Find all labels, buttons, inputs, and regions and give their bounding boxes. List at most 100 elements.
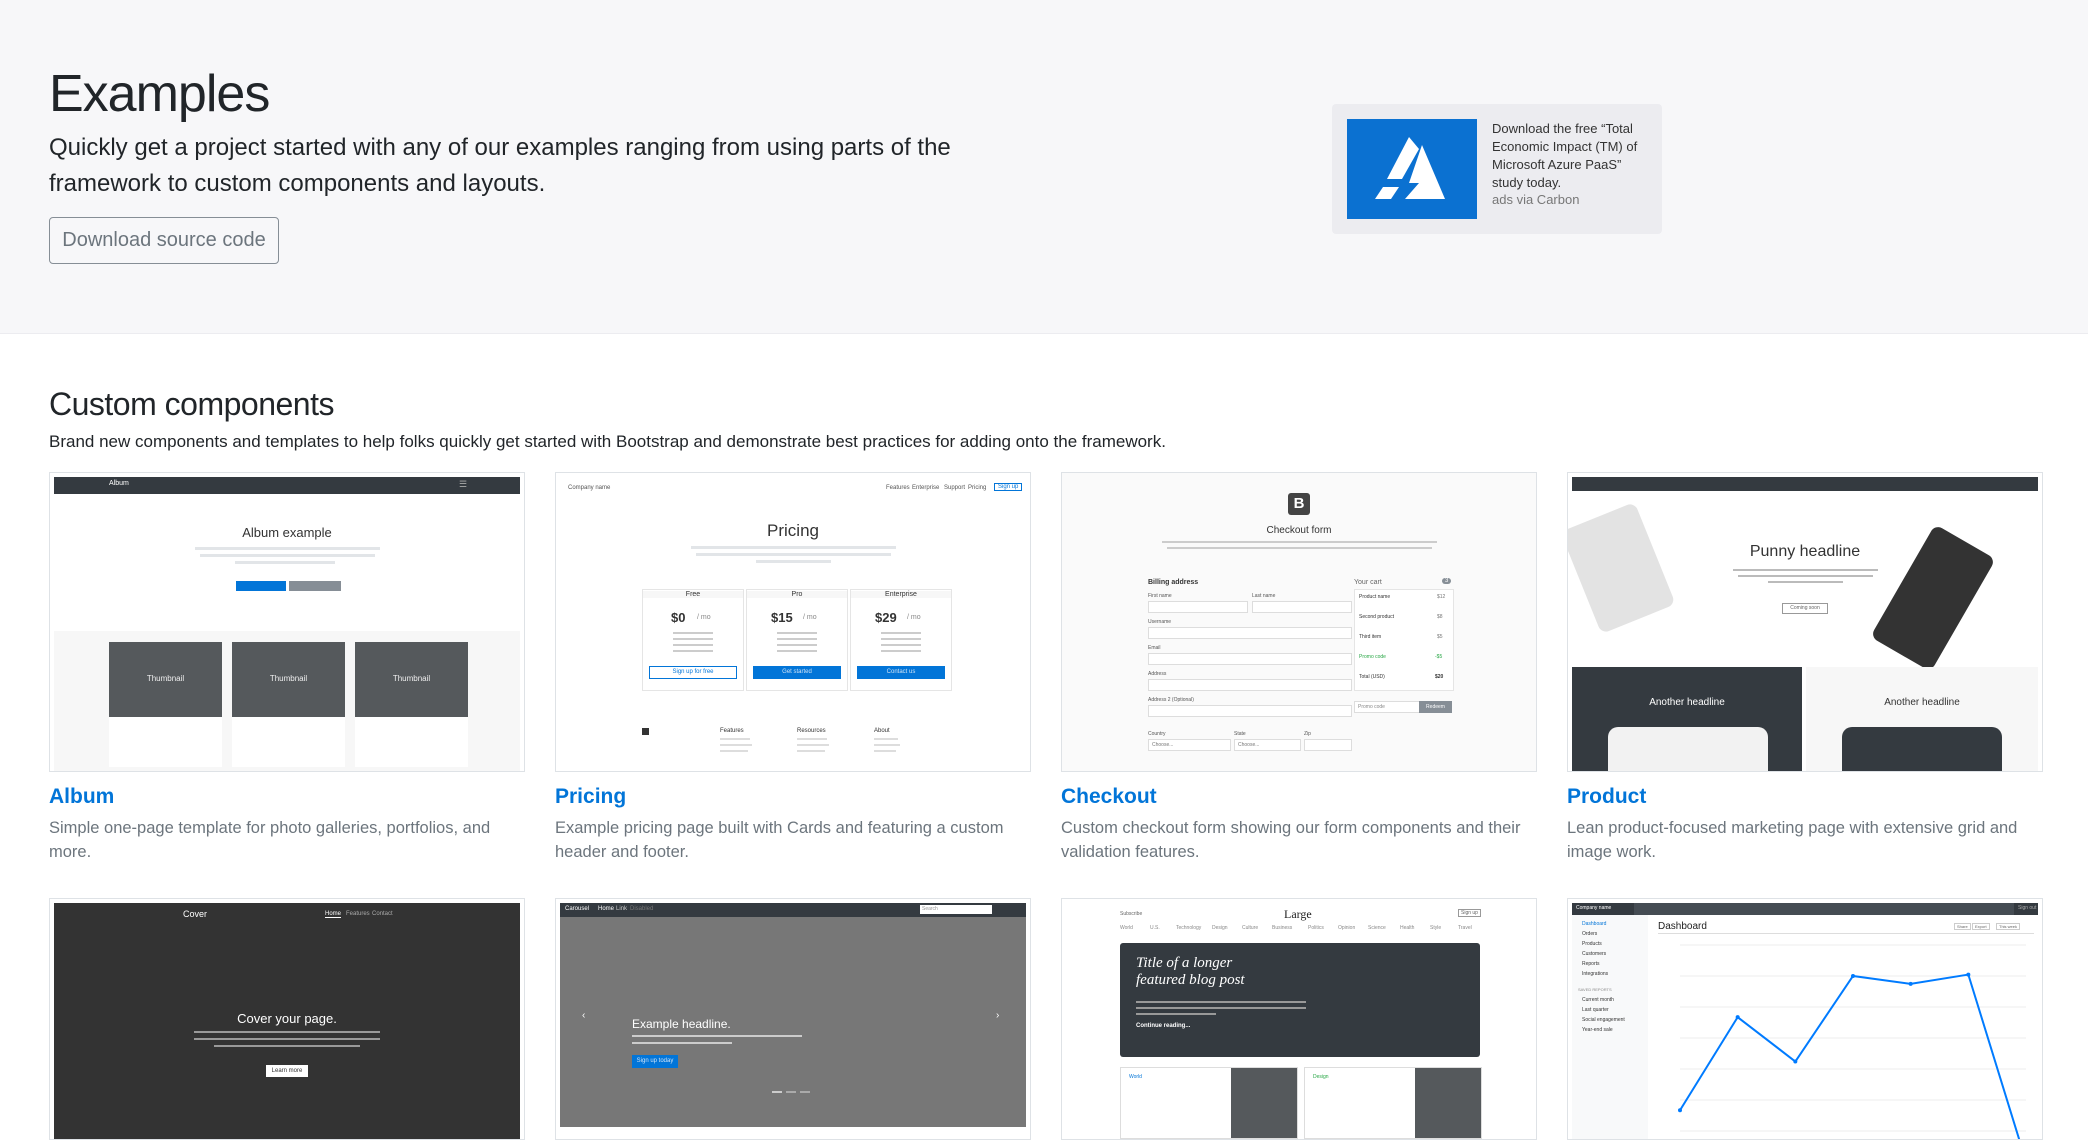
redeem-button: Redeem [1419, 701, 1452, 713]
blog-nav: World U.S. Technology Design Culture Bus… [1120, 925, 1480, 935]
pricing-heading: Pricing [767, 521, 819, 540]
carousel-nav-item: Home [598, 906, 615, 912]
pricing-nav-item: Pricing [968, 485, 987, 491]
album-secondary-button [289, 581, 341, 591]
azure-logo-icon[interactable] [1347, 119, 1477, 219]
text-line [673, 632, 713, 634]
footer-heading: About [874, 728, 890, 734]
sidebar-item: Reports [1582, 961, 1600, 967]
blog-nav-item: Culture [1242, 925, 1259, 931]
dashboard-navbar: Company name Sign out [1572, 903, 2038, 915]
download-source-button[interactable]: Download source code [49, 217, 279, 264]
blog-signup-button: Sign up [1458, 909, 1481, 917]
sidebar-item: Orders [1582, 931, 1598, 937]
plan-period: / mo [803, 614, 817, 621]
cover-heading: Cover your page. [237, 1011, 337, 1026]
card-description: Custom checkout form showing our form co… [1061, 819, 1521, 861]
product-headline: Punny headline [1749, 543, 1861, 560]
text-line [777, 638, 817, 640]
text-line [632, 1035, 802, 1037]
username-field [1148, 627, 1352, 639]
carousel-preview[interactable]: Carousel Home Link Disabled Search ‹ › E… [555, 898, 1031, 1140]
chart-point [1678, 1108, 1682, 1113]
card-description: Example pricing page built with Cards an… [555, 819, 1004, 861]
field-label: Zip [1304, 731, 1311, 737]
album-preview[interactable]: Album ☰ Album example Thumbnail Thumbnai… [49, 472, 525, 772]
pricing-plan-pro: Pro $15 / mo Get started [746, 589, 848, 691]
sidebar-item: Last quarter [1582, 1007, 1609, 1013]
checkout-heading: Checkout form [1266, 525, 1332, 536]
text-line [1136, 1007, 1306, 1009]
text-line [881, 650, 921, 652]
cover-background: Cover Home Features Contact Cover your p… [54, 903, 520, 1139]
carousel-indicator [800, 1091, 810, 1093]
cover-nav-item: Home [325, 911, 342, 918]
album-heading: Album example [242, 525, 332, 540]
text-line [1768, 581, 1843, 583]
pricing-plan-enterprise: Enterprise $29 / mo Contact us [850, 589, 952, 691]
blog-nav-item: Politics [1308, 925, 1324, 931]
pricing-preview[interactable]: Company name Features Enterprise Support… [555, 472, 1031, 772]
cart-item-price: $8 [1437, 614, 1443, 620]
text-line [874, 744, 900, 746]
field-label: Username [1148, 619, 1172, 625]
carousel-nav-item: Link [616, 906, 628, 912]
field-label: State [1234, 731, 1246, 737]
carbon-ad[interactable]: Download the free “Total Economic Impact… [1332, 104, 1662, 234]
carousel-indicator [772, 1091, 782, 1093]
carousel-signup-button: Sign up today [632, 1055, 678, 1068]
blog-nav-item: Business [1272, 925, 1293, 931]
album-grid: Thumbnail Thumbnail Thumbnail [54, 631, 520, 771]
text-line [214, 1045, 360, 1047]
pricing-signup-button: Sign up [994, 483, 1023, 491]
card-title[interactable]: Checkout [1061, 785, 1157, 809]
text-line [696, 553, 891, 556]
blog-preview[interactable]: Subscribe Large Sign up World U.S. Techn… [1061, 898, 1537, 1140]
dashboard-title: Dashboard [1658, 921, 1707, 932]
blog-nav-item: Opinion [1338, 925, 1356, 931]
dashboard-brand: Company name [1576, 905, 1612, 911]
blog-nav-item: Travel [1458, 925, 1472, 931]
text-line [673, 644, 713, 646]
text-line [720, 738, 750, 740]
text-line [777, 632, 817, 634]
dashboard-search [1634, 903, 2014, 915]
cover-nav-item: Features [346, 911, 370, 917]
card-title[interactable]: Product [1567, 785, 1646, 809]
page-title: Examples [49, 65, 270, 123]
plan-name: Pro [747, 591, 847, 598]
album-primary-button [236, 581, 286, 591]
plan-button: Get started [753, 666, 841, 679]
blog-nav-item: Health [1400, 925, 1415, 931]
zip-field [1304, 739, 1352, 751]
card-title[interactable]: Album [49, 785, 114, 809]
text-line [1136, 1001, 1306, 1003]
card-title[interactable]: Pricing [555, 785, 626, 809]
sidebar-item: Customers [1582, 951, 1607, 957]
product-preview[interactable]: Punny headline Coming soon Another headl… [1567, 472, 2043, 772]
thumbnail-label: Thumbnail [146, 674, 185, 683]
cover-nav-item: Contact [372, 911, 393, 917]
email-field [1148, 653, 1352, 665]
blog-nav-item: World [1120, 925, 1133, 931]
text-line [777, 644, 817, 646]
chart-point [1735, 1015, 1740, 1020]
device-shape [1568, 502, 1676, 634]
dashboard-preview[interactable]: Company name Sign out Dashboard Orders P… [1567, 898, 2043, 1140]
cart-list: Product name $12 Second product $8 Third… [1354, 589, 1454, 691]
plan-button: Sign up for free [649, 666, 737, 679]
cover-preview[interactable]: Cover Home Features Contact Cover your p… [49, 898, 525, 1140]
text-line [881, 638, 921, 640]
ad-text[interactable]: Download the free “Total Economic Impact… [1492, 120, 1652, 192]
field-label: Last name [1252, 593, 1276, 599]
product-cta-button: Coming soon [1782, 603, 1828, 614]
field-label: First name [1148, 593, 1172, 599]
pricing-nav-item: Enterprise [912, 485, 940, 491]
cart-heading: Your cart [1354, 579, 1382, 586]
plan-name: Free [643, 591, 743, 598]
blog-subscribe-link: Subscribe [1120, 911, 1143, 917]
chart-point [1851, 973, 1855, 978]
ad-via-link[interactable]: ads via Carbon [1492, 192, 1579, 207]
chart-point [1908, 981, 1913, 986]
checkout-preview[interactable]: B Checkout form Billing address Your car… [1061, 472, 1537, 772]
